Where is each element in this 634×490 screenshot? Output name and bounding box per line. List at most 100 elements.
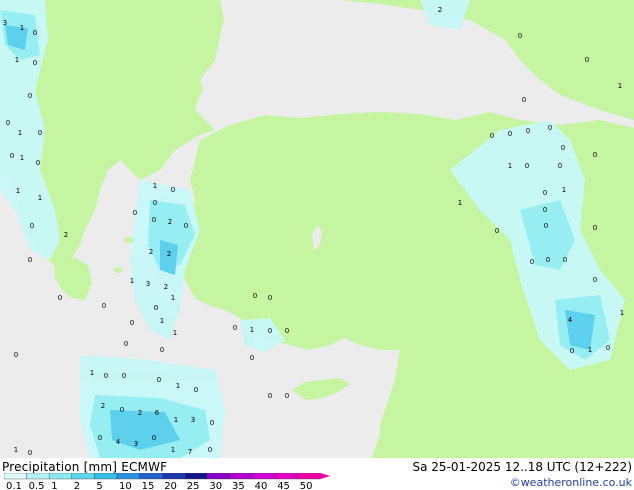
precip-value: 0 [518, 32, 522, 40]
precip-value: 0 [36, 159, 40, 167]
precip-value: 0 [253, 292, 257, 300]
legend-swatch [49, 473, 73, 480]
precip-value: 0 [28, 256, 32, 264]
precip-value: 0 [285, 392, 289, 400]
legend-swatch [161, 473, 185, 480]
precip-value: 0 [233, 324, 237, 332]
precip-value: 0 [210, 419, 214, 427]
legend-swatch [71, 473, 95, 480]
precip-value: 0 [10, 152, 14, 160]
precip-value: 1 [173, 329, 177, 337]
legend-swatch [297, 473, 321, 480]
precip-value: 0 [563, 256, 567, 264]
precip-value: 1 [588, 346, 592, 354]
legend-label: 50 [300, 481, 313, 490]
legend-label: 5 [96, 481, 102, 490]
precip-value: 0 [30, 222, 34, 230]
precip-value: 0 [6, 119, 10, 127]
forecast-datetime: Sa 25-01-2025 12..18 UTC (12+222) [412, 460, 632, 474]
precip-value: 0 [546, 256, 550, 264]
precip-value: 0 [558, 162, 562, 170]
precip-value: 2 [167, 250, 171, 258]
legend-arrow [320, 473, 331, 479]
precip-value: 0 [268, 327, 272, 335]
precip-value: 1 [171, 446, 175, 454]
precip-value: 2 [168, 218, 172, 226]
precip-value: 0 [28, 92, 32, 100]
precip-value: 1 [20, 24, 24, 32]
precip-value: 0 [133, 209, 137, 217]
precip-value: 0 [508, 130, 512, 138]
precip-value: 0 [157, 376, 161, 384]
precip-value: 1 [38, 194, 42, 202]
precip-value: 6 [155, 409, 160, 417]
precip-value: 0 [585, 56, 589, 64]
precip-value: 1 [153, 182, 157, 190]
precip-value: 1 [18, 129, 22, 137]
precip-value: 0 [606, 344, 610, 352]
legend-label: 40 [255, 481, 268, 490]
precip-value: 0 [152, 434, 156, 442]
precip-value: 1 [130, 277, 134, 285]
precip-value: 0 [14, 351, 18, 359]
precip-value: 0 [208, 446, 212, 454]
precip-value: 0 [522, 96, 526, 104]
precip-value: 7 [188, 448, 192, 456]
legend-swatch [139, 473, 163, 480]
precip-value: 1 [171, 294, 175, 302]
map-title-text: Precipitation [mm] [2, 460, 118, 474]
precip-value: 4 [568, 316, 573, 324]
precip-value: 0 [120, 406, 124, 414]
precip-value: 0 [38, 129, 42, 137]
precip-value: 0 [593, 224, 597, 232]
precip-value: 1 [620, 309, 624, 317]
legend-swatch [229, 473, 253, 480]
legend-swatch [94, 473, 118, 480]
precip-value: 1 [90, 369, 94, 377]
footer: Precipitation [mm] ECMWF Sa 25-01-2025 1… [0, 458, 634, 490]
legend-label: 20 [164, 481, 177, 490]
precip-value: 0 [530, 258, 534, 266]
legend-label: 2 [74, 481, 80, 490]
legend-label: 1 [51, 481, 57, 490]
precip-value: 0 [28, 449, 32, 457]
precip-value: 4 [116, 438, 121, 446]
precip-value: 0 [526, 127, 530, 135]
precip-value: 1 [250, 326, 254, 334]
precip-value: 0 [152, 216, 156, 224]
legend-label: 35 [232, 481, 245, 490]
map-title: Precipitation [mm] ECMWF [2, 460, 167, 474]
precip-value: 0 [543, 206, 547, 214]
legend-labels: 0.1 0.5 1 2 5 10 15 20 25 30 35 40 45 50 [6, 481, 313, 490]
precip-value: 3 [134, 440, 138, 448]
legend-swatch [184, 473, 208, 480]
credit-link[interactable]: ©weatheronline.co.uk [510, 476, 632, 489]
precip-value: 0 [124, 340, 128, 348]
model-name: ECMWF [121, 460, 168, 474]
precip-value: 2 [101, 402, 105, 410]
precip-value: 0 [285, 327, 289, 335]
legend-swatch [116, 473, 140, 480]
precip-value: 0 [102, 302, 106, 310]
legend-swatch [4, 473, 27, 480]
legend-colorbar: 0.1 0.5 1 2 5 10 15 20 25 30 35 40 45 50 [4, 473, 331, 490]
precip-value: 0 [104, 372, 108, 380]
precip-value: 0 [33, 29, 37, 37]
precip-value: 0 [154, 304, 158, 312]
precip-value: 0 [548, 124, 552, 132]
legend-label: 0.1 [6, 481, 22, 490]
precip-value: 0 [268, 294, 272, 302]
precip-value: 0 [160, 346, 164, 354]
precip-value: 0 [525, 162, 529, 170]
precip-value: 2 [149, 248, 153, 256]
precip-value: 1 [15, 56, 19, 64]
legend-swatch [252, 473, 276, 480]
precip-value: 0 [570, 347, 574, 355]
precip-value: 1 [16, 187, 20, 195]
precip-value: 0 [171, 186, 175, 194]
legend-label: 0.5 [29, 481, 45, 490]
precip-value: 0 [184, 222, 188, 230]
precip-value: 0 [58, 294, 62, 302]
precip-value: 1 [458, 199, 462, 207]
precip-value: 1 [160, 317, 164, 325]
